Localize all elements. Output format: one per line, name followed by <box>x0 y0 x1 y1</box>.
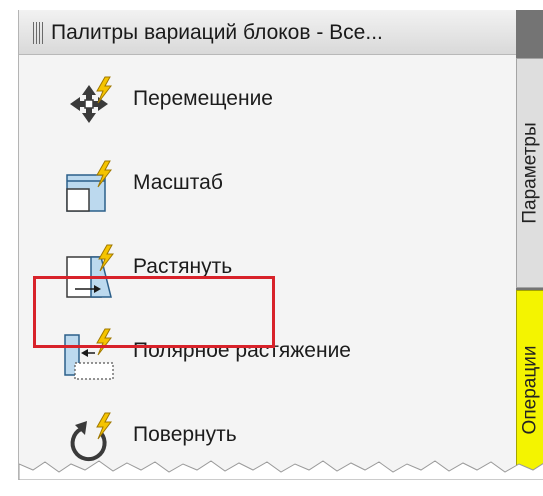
tab-label: Параметры <box>519 122 541 224</box>
tool-label: Масштаб <box>133 171 223 194</box>
palette-title: Палитры вариаций блоков - Все... <box>51 21 383 44</box>
grip-handle-icon[interactable] <box>33 22 45 44</box>
tool-move[interactable]: Перемещение <box>33 69 333 133</box>
stretch-highlight-frame <box>33 276 275 348</box>
palette-title-bar[interactable]: Палитры вариаций блоков - Все... <box>19 10 516 55</box>
torn-edge <box>19 460 543 480</box>
tab-label: Операции <box>519 345 541 435</box>
tool-list: Перемещение Масштаб Растянуть Полярное р… <box>19 55 516 480</box>
move-action-icon <box>70 76 113 123</box>
tool-scale[interactable]: Масштаб <box>33 153 333 217</box>
tool-label: Повернуть <box>133 423 237 446</box>
palette-tab-strip: Параметры Операции <box>516 10 543 480</box>
tab-parameters[interactable]: Параметры <box>516 58 543 288</box>
scale-action-icon <box>66 160 113 212</box>
block-authoring-palette: Палитры вариаций блоков - Все... Перемещ… <box>18 10 543 480</box>
tool-label: Перемещение <box>133 87 273 110</box>
